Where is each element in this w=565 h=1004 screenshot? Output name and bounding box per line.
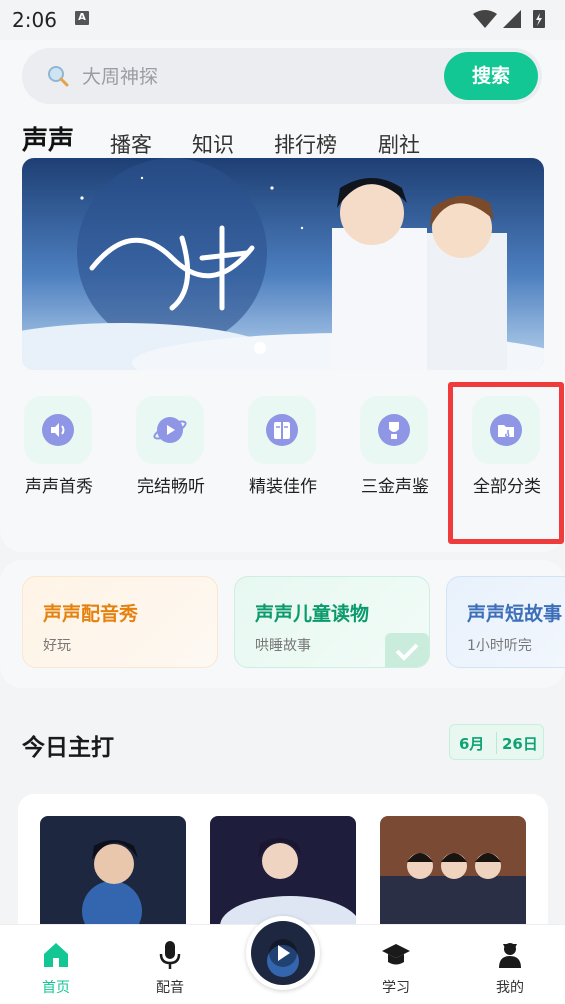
feature-card-dubbing[interactable]: 声声配音秀 好玩: [22, 576, 218, 668]
wifi-icon: [473, 10, 497, 28]
highlight-annotation: [448, 382, 564, 544]
category-item-completed[interactable]: 完结畅听: [116, 396, 226, 506]
tab-drama-club[interactable]: 剧社: [378, 128, 420, 162]
search-icon: [48, 66, 69, 87]
tab-knowledge[interactable]: 知识: [192, 128, 234, 162]
category-item-premium[interactable]: 精装佳作: [228, 396, 338, 506]
home-icon: [44, 943, 68, 967]
book-icon: [266, 414, 298, 446]
feature-card-title: 声声儿童读物: [255, 603, 370, 625]
notification-icon: A: [75, 11, 89, 25]
feature-card-subtitle: 哄睡故事: [255, 638, 311, 654]
category-item-awards[interactable]: 三金声鉴: [340, 396, 450, 506]
feature-card-title: 声声配音秀: [43, 603, 139, 625]
feature-card-subtitle: 1小时听完: [467, 638, 532, 654]
nav-learning[interactable]: 学习: [356, 925, 436, 1004]
feature-card-children[interactable]: 声声儿童读物 哄睡故事: [234, 576, 430, 668]
category-label: 三金声鉴: [361, 477, 429, 497]
tab-podcast[interactable]: 播客: [110, 128, 152, 162]
now-playing-button[interactable]: [246, 916, 320, 990]
date-day: 26日: [502, 735, 538, 753]
now-playing-cover: [251, 921, 315, 985]
promo-banner[interactable]: [22, 158, 544, 370]
nav-label: 首页: [42, 980, 70, 996]
status-indicators: [473, 10, 545, 28]
status-bar: 2:06 A: [0, 0, 565, 40]
speaker-icon: [42, 414, 74, 446]
nav-dubbing[interactable]: 配音: [130, 925, 210, 1004]
section-title: 今日主打: [22, 735, 114, 761]
award-icon: [378, 414, 410, 446]
category-label: 声声首秀: [25, 477, 93, 497]
feature-card-short-stories[interactable]: 声声短故事 1小时听完: [446, 576, 565, 668]
tab-shengsheng[interactable]: 声声: [22, 124, 74, 158]
feature-card-subtitle: 好玩: [43, 638, 71, 654]
tab-ranking[interactable]: 排行榜: [274, 128, 337, 162]
signal-icon: [503, 10, 521, 28]
nav-home[interactable]: 首页: [16, 925, 96, 1004]
microphone-icon: [159, 941, 181, 969]
search-button[interactable]: 搜索: [444, 52, 538, 100]
status-time: 2:06: [12, 8, 57, 32]
bag-icon: [385, 633, 429, 667]
nav-label: 我的: [496, 980, 524, 996]
category-label: 完结畅听: [137, 477, 205, 497]
search-bar[interactable]: 大周神探 搜索: [22, 48, 542, 104]
category-item-debut[interactable]: 声声首秀: [4, 396, 114, 506]
planet-play-icon: [153, 417, 187, 443]
graduation-cap-icon: [382, 944, 410, 965]
search-input[interactable]: 大周神探: [82, 62, 158, 89]
date-month: 6月: [459, 735, 485, 753]
date-badge: 6月 26日: [449, 724, 544, 760]
profile-icon: [499, 943, 521, 968]
nav-label: 配音: [156, 980, 184, 996]
feature-card-row: 声声配音秀 好玩 声声儿童读物 哄睡故事 声声短故事 1小时听完: [0, 560, 565, 688]
banner-artwork: [22, 158, 544, 370]
nav-profile[interactable]: 我的: [470, 925, 550, 1004]
feature-card-title: 声声短故事: [467, 603, 563, 625]
nav-label: 学习: [382, 980, 410, 996]
category-label: 精装佳作: [249, 477, 317, 497]
banner-page-indicator: [254, 342, 266, 354]
